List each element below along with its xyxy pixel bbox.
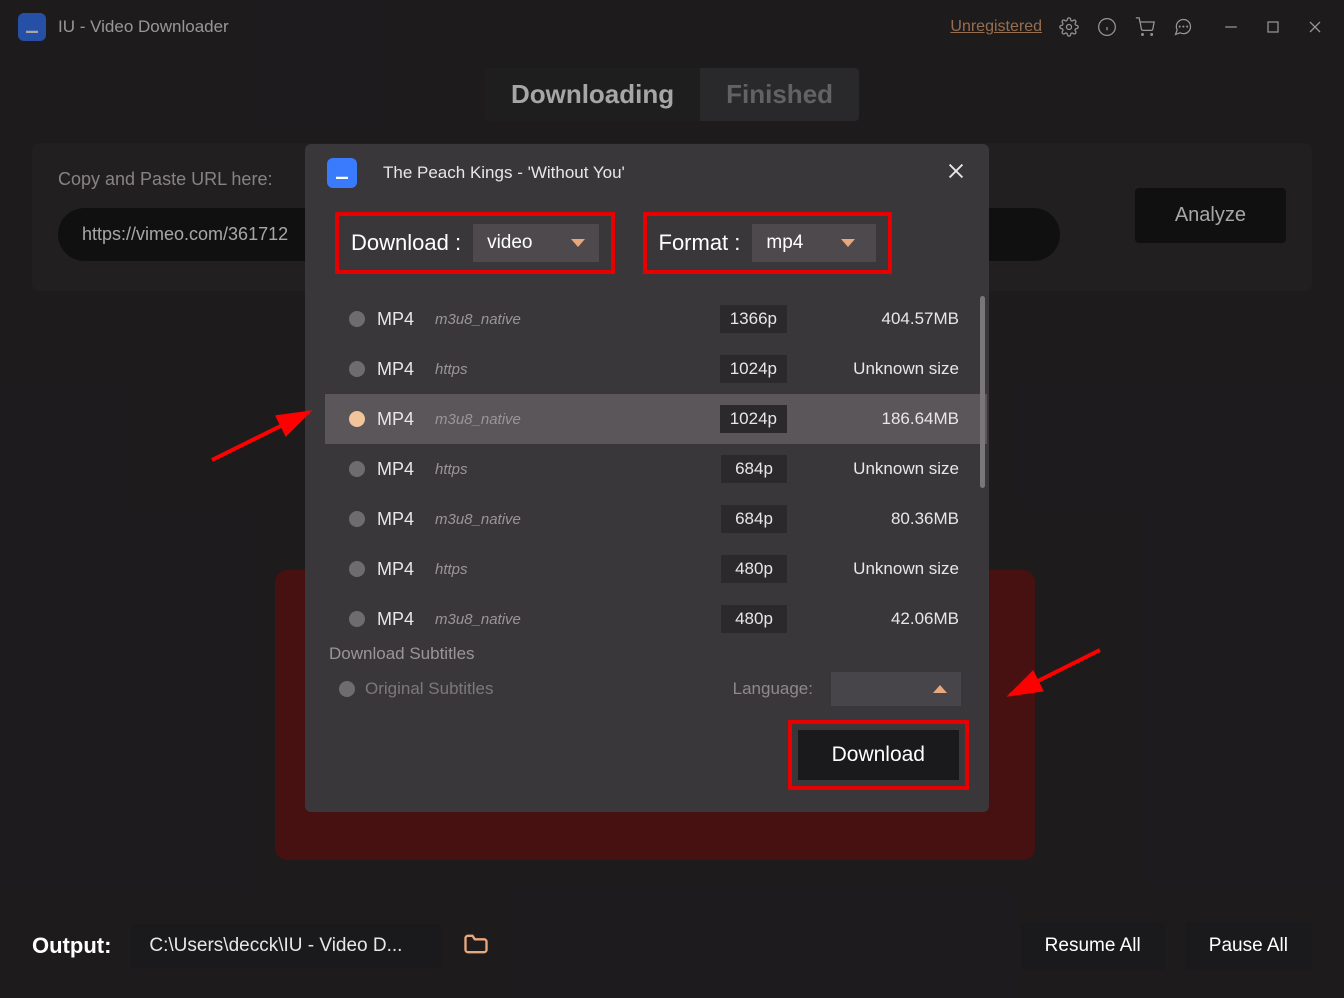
format-selector: Format : mp4 xyxy=(643,212,893,274)
format-size: 404.57MB xyxy=(829,309,959,329)
modal-logo-icon xyxy=(327,158,357,188)
format-radio[interactable] xyxy=(349,461,365,477)
format-row[interactable]: MP4 https 480p Unknown size xyxy=(325,544,987,594)
language-label: Language: xyxy=(733,679,813,699)
annotation-arrow-left xyxy=(204,400,324,475)
format-row[interactable]: MP4 m3u8_native 684p 80.36MB xyxy=(325,494,987,544)
format-resolution: 1024p xyxy=(720,405,787,433)
maximize-icon[interactable] xyxy=(1262,16,1284,38)
download-type-value: video xyxy=(487,232,532,254)
format-value: mp4 xyxy=(766,232,803,254)
titlebar: IU - Video Downloader Unregistered xyxy=(0,0,1344,54)
main-tabs: Downloading Finished xyxy=(0,68,1344,121)
format-row[interactable]: MP4 m3u8_native 1024p 186.64MB xyxy=(325,394,987,444)
format-protocol: m3u8_native xyxy=(435,311,708,328)
format-radio[interactable] xyxy=(349,611,365,627)
chevron-down-icon xyxy=(841,239,855,247)
app-title: IU - Video Downloader xyxy=(58,17,229,37)
format-row[interactable]: MP4 https 684p Unknown size xyxy=(325,444,987,494)
tab-downloading[interactable]: Downloading xyxy=(485,68,700,121)
download-type-selector: Download : video xyxy=(335,212,615,274)
format-name: MP4 xyxy=(377,409,423,430)
download-button[interactable]: Download xyxy=(798,730,959,780)
annotation-arrow-right xyxy=(1000,640,1110,715)
output-label: Output: xyxy=(32,933,111,959)
format-dropdown[interactable]: mp4 xyxy=(752,224,876,262)
download-button-highlight: Download xyxy=(788,720,969,790)
scrollbar[interactable] xyxy=(980,296,985,488)
close-icon[interactable] xyxy=(1304,16,1326,38)
format-protocol: https xyxy=(435,561,709,578)
format-resolution: 684p xyxy=(721,455,787,483)
tab-finished[interactable]: Finished xyxy=(700,68,859,121)
format-resolution: 1366p xyxy=(720,305,787,333)
format-name: MP4 xyxy=(377,459,423,480)
format-radio[interactable] xyxy=(349,511,365,527)
format-radio[interactable] xyxy=(349,311,365,327)
format-row[interactable]: MP4 m3u8_native 1366p 404.57MB xyxy=(325,294,987,344)
format-name: MP4 xyxy=(377,559,423,580)
folder-icon[interactable] xyxy=(461,930,491,963)
language-dropdown[interactable] xyxy=(831,672,961,706)
format-size: 186.64MB xyxy=(829,409,959,429)
format-resolution: 1024p xyxy=(720,355,787,383)
original-subtitles-radio[interactable] xyxy=(339,681,355,697)
format-label: Format : xyxy=(659,230,741,256)
cart-icon[interactable] xyxy=(1134,16,1156,38)
subtitles-heading: Download Subtitles xyxy=(325,644,965,664)
format-protocol: m3u8_native xyxy=(435,611,709,628)
format-size: Unknown size xyxy=(829,559,959,579)
download-type-label: Download : xyxy=(351,230,461,256)
format-name: MP4 xyxy=(377,309,423,330)
format-list: MP4 m3u8_native 1366p 404.57MB MP4 https 1024p… xyxy=(305,290,989,644)
format-protocol: m3u8_native xyxy=(435,511,709,528)
format-size: Unknown size xyxy=(829,359,959,379)
modal-close-button[interactable] xyxy=(945,160,967,187)
download-type-dropdown[interactable]: video xyxy=(473,224,598,262)
format-radio[interactable] xyxy=(349,561,365,577)
minimize-icon[interactable] xyxy=(1220,16,1242,38)
output-path[interactable]: C:\Users\decck\IU - Video D... xyxy=(131,924,441,968)
format-resolution: 480p xyxy=(721,555,787,583)
format-size: 80.36MB xyxy=(829,509,959,529)
format-size: 42.06MB xyxy=(829,609,959,629)
chevron-up-icon xyxy=(933,685,947,693)
format-row[interactable]: MP4 https 1024p Unknown size xyxy=(325,344,987,394)
format-protocol: https xyxy=(435,461,709,478)
pause-all-button[interactable]: Pause All xyxy=(1185,922,1312,970)
format-row[interactable]: MP4 m3u8_native 480p 42.06MB xyxy=(325,594,987,644)
modal-title: The Peach Kings - 'Without You' xyxy=(383,163,625,183)
format-radio[interactable] xyxy=(349,361,365,377)
format-size: Unknown size xyxy=(829,459,959,479)
download-modal: The Peach Kings - 'Without You' Download… xyxy=(305,144,989,812)
output-bar: Output: C:\Users\decck\IU - Video D... R… xyxy=(32,922,1312,970)
analyze-button[interactable]: Analyze xyxy=(1135,188,1286,243)
format-name: MP4 xyxy=(377,509,423,530)
app-logo-icon xyxy=(18,13,46,41)
resume-all-button[interactable]: Resume All xyxy=(1021,922,1165,970)
format-protocol: m3u8_native xyxy=(435,411,708,428)
format-name: MP4 xyxy=(377,609,423,630)
format-radio[interactable] xyxy=(349,411,365,427)
info-icon[interactable] xyxy=(1096,16,1118,38)
modal-header: The Peach Kings - 'Without You' xyxy=(305,144,989,204)
original-subtitles-label: Original Subtitles xyxy=(365,679,723,699)
unregistered-link[interactable]: Unregistered xyxy=(950,18,1042,36)
chevron-down-icon xyxy=(571,239,585,247)
format-resolution: 684p xyxy=(721,505,787,533)
chat-icon[interactable] xyxy=(1172,16,1194,38)
format-protocol: https xyxy=(435,361,708,378)
format-resolution: 480p xyxy=(721,605,787,633)
gear-icon[interactable] xyxy=(1058,16,1080,38)
format-name: MP4 xyxy=(377,359,423,380)
